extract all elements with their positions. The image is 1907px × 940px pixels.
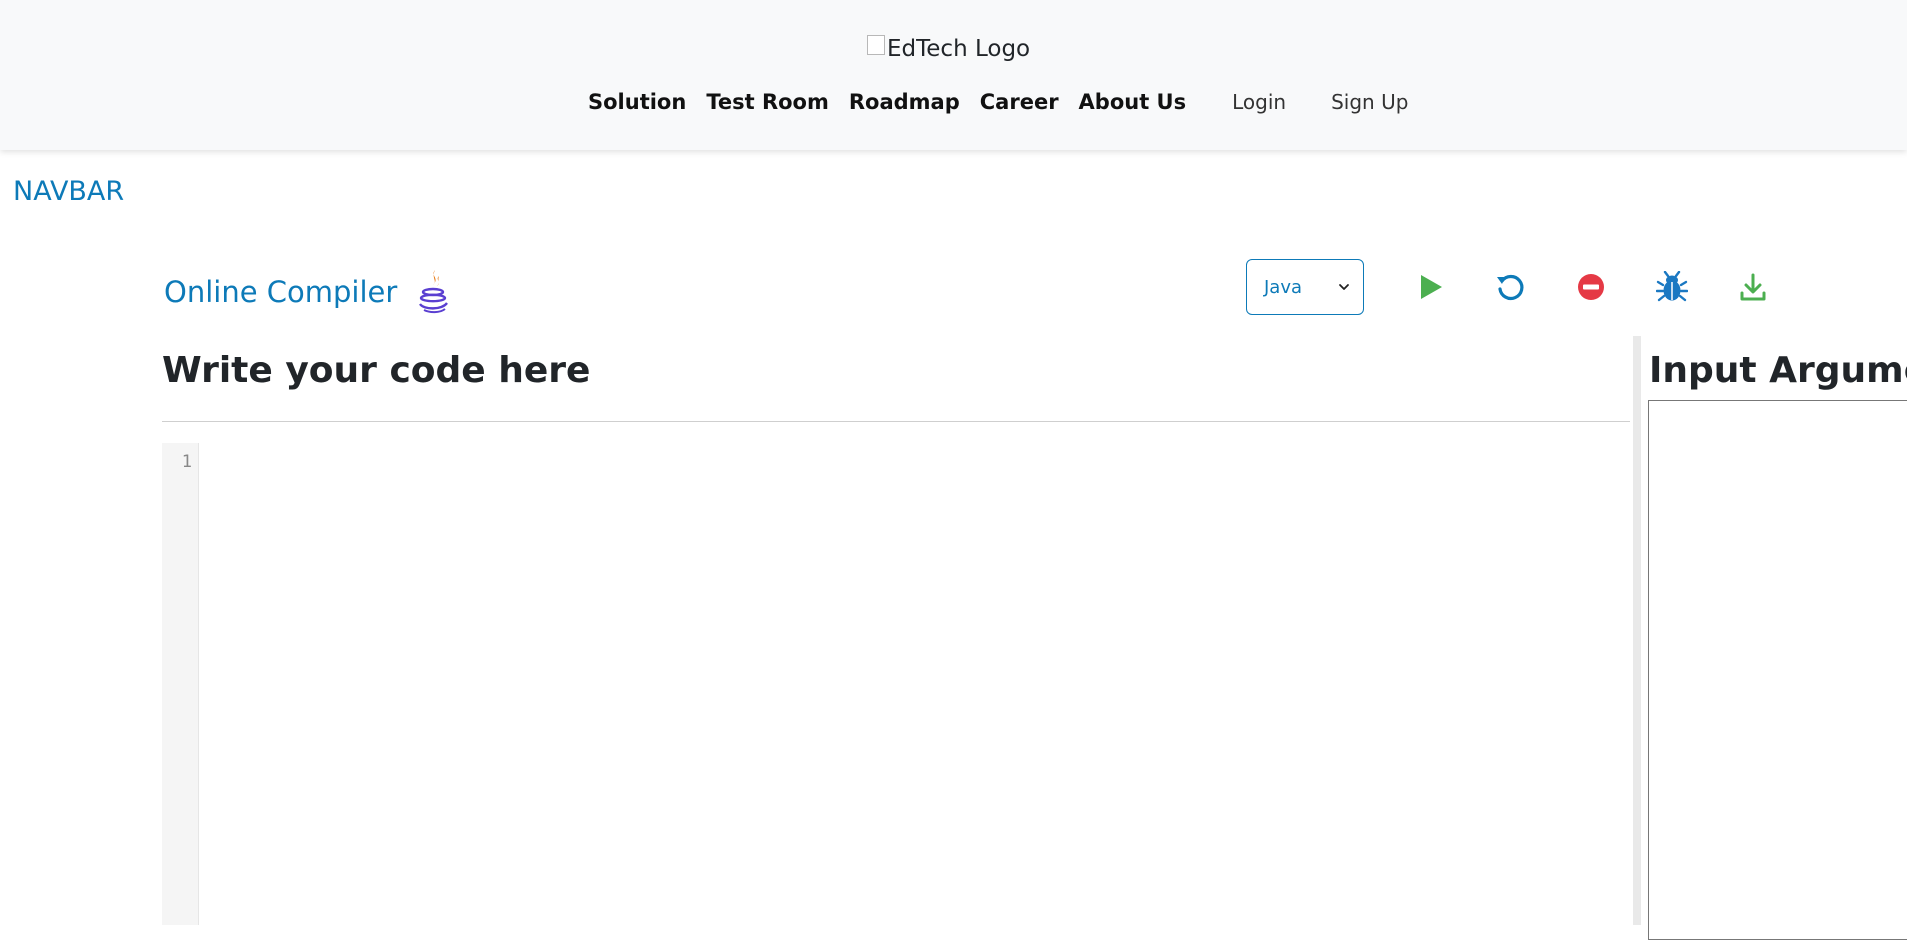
editor-heading: Write your code here [162, 350, 591, 391]
navbar-label: NAVBAR [13, 176, 125, 207]
reset-button[interactable] [1493, 270, 1527, 304]
debug-icon [1656, 271, 1688, 302]
nav-item-roadmap[interactable]: Roadmap [849, 90, 960, 114]
login-link[interactable]: Login [1232, 90, 1286, 114]
language-select-value: Java [1264, 276, 1303, 298]
main-nav: Solution Test Room Roadmap Career About … [588, 86, 1428, 118]
chevron-down-icon [1339, 284, 1349, 290]
nav-item-test-room[interactable]: Test Room [706, 90, 829, 114]
nav-item-solution[interactable]: Solution [588, 90, 686, 114]
compiler-title-text: Online Compiler [164, 275, 398, 309]
broken-image-icon [867, 35, 885, 55]
run-button[interactable] [1414, 270, 1448, 304]
java-icon [419, 270, 449, 314]
signup-link[interactable]: Sign Up [1331, 90, 1408, 114]
debug-button[interactable] [1655, 270, 1689, 304]
site-header: EdTech Logo Solution Test Room Roadmap C… [0, 0, 1907, 150]
site-logo[interactable]: EdTech Logo [867, 32, 1030, 66]
input-arguments-heading: Input Arguments [1649, 350, 1907, 391]
download-icon [1740, 273, 1766, 301]
nav-item-career[interactable]: Career [980, 90, 1059, 114]
editor-gutter: 1 [162, 443, 199, 925]
compiler-title: Online Compiler [164, 269, 452, 315]
stop-button[interactable] [1574, 270, 1608, 304]
nav-item-about-us[interactable]: About Us [1079, 90, 1187, 114]
run-icon [1421, 275, 1442, 299]
code-editor[interactable] [199, 443, 1630, 925]
line-number: 1 [181, 452, 192, 472]
input-arguments-textarea[interactable] [1648, 400, 1907, 940]
panel-resize-handle[interactable] [1633, 336, 1641, 925]
divider [162, 421, 1630, 422]
stop-icon [1578, 274, 1604, 300]
reset-icon [1497, 274, 1524, 301]
language-select[interactable]: Java [1246, 259, 1364, 315]
logo-alt-text: EdTech Logo [887, 36, 1031, 62]
download-button[interactable] [1736, 270, 1770, 304]
